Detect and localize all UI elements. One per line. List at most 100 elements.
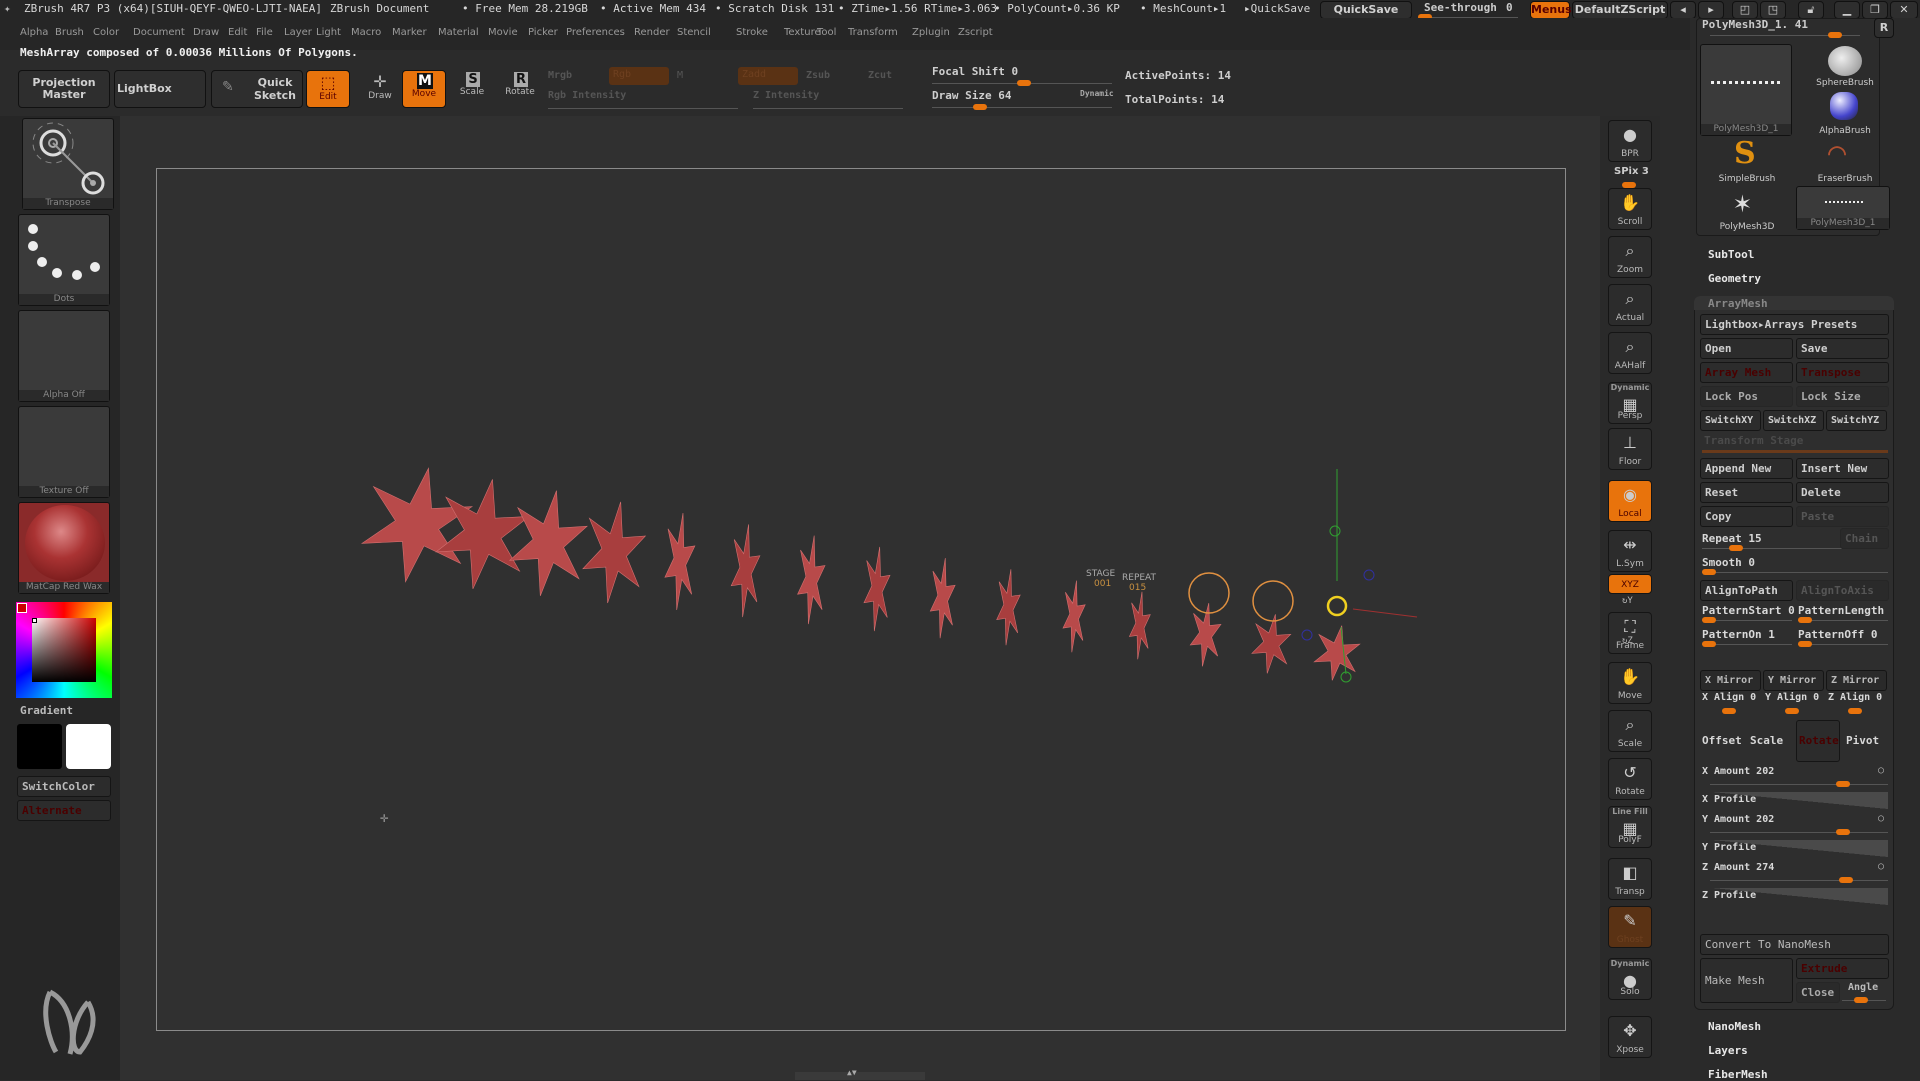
y-amount-reset-icon[interactable]: ○ — [1878, 813, 1884, 824]
alpha-brush-icon[interactable] — [1830, 92, 1858, 120]
menu-macro[interactable]: Macro — [351, 27, 381, 38]
smooth-knob[interactable] — [1702, 569, 1716, 575]
menu-stencil[interactable]: Stencil — [677, 27, 711, 38]
scroll-left-icon[interactable]: ◂ — [1670, 1, 1696, 19]
menu-document[interactable]: Document — [133, 27, 185, 38]
pivot-tab[interactable]: Pivot — [1846, 734, 1879, 747]
layout-next-icon[interactable]: ◳ — [1760, 1, 1786, 19]
scale-button[interactable]: ⌕ Scale — [1608, 710, 1652, 752]
lock-icon[interactable]: 🔓︎ — [1798, 1, 1824, 19]
rgb-intensity-slider[interactable] — [548, 108, 738, 109]
lightbox-button[interactable]: LightBox — [114, 70, 206, 108]
repeat-knob[interactable] — [1729, 545, 1743, 551]
eraser-brush-icon[interactable]: ◠ — [1828, 136, 1846, 171]
m-button[interactable]: M — [677, 70, 683, 81]
pattern-start-knob[interactable] — [1702, 617, 1716, 623]
x-amount-reset-icon[interactable]: ○ — [1878, 765, 1884, 776]
menu-brush[interactable]: Brush — [55, 27, 84, 38]
texture-thumb[interactable]: Texture Off — [18, 406, 110, 498]
restore-icon[interactable]: ❐ — [1862, 1, 1888, 19]
x-profile-curve[interactable] — [1712, 792, 1888, 809]
menu-stroke[interactable]: Stroke — [736, 27, 768, 38]
offset-tab[interactable]: Offset — [1702, 734, 1742, 747]
menu-texture[interactable]: Texture — [784, 27, 821, 38]
transpose-thumb[interactable]: Transpose — [22, 118, 114, 210]
pattern-off-knob[interactable] — [1798, 641, 1812, 647]
move-button[interactable]: M Move — [402, 70, 446, 108]
x-align-knob[interactable] — [1722, 708, 1736, 714]
scroll-button[interactable]: ✋ Scroll — [1608, 188, 1652, 230]
xpose-button[interactable]: ✥ Xpose — [1608, 1016, 1652, 1058]
menu-tool[interactable]: Tool — [817, 27, 836, 38]
menu-draw[interactable]: Draw — [193, 27, 219, 38]
mrgb-button[interactable]: Mrgb — [548, 70, 572, 81]
menu-alpha[interactable]: Alpha — [20, 27, 48, 38]
menu-edit[interactable]: Edit — [228, 27, 247, 38]
y-axis-handle-top[interactable] — [1329, 525, 1341, 537]
y-mirror-button[interactable]: Y Mirror — [1763, 670, 1824, 691]
open-button[interactable]: Open — [1700, 338, 1793, 359]
rotate-button[interactable]: ↺ Rotate — [1608, 758, 1652, 800]
sphere-brush-icon[interactable] — [1828, 46, 1862, 76]
solo-button[interactable]: ● Dynamic Solo — [1608, 958, 1652, 1000]
main-color-black[interactable] — [17, 724, 62, 769]
menu-picker[interactable]: Picker — [528, 27, 558, 38]
transpose-middle-ring[interactable] — [1252, 580, 1294, 622]
save-button[interactable]: Save — [1796, 338, 1889, 359]
persp-button[interactable]: ▦ Dynamic Persp — [1608, 382, 1652, 424]
move-button[interactable]: ✋ Move — [1608, 662, 1652, 704]
alternate-button[interactable]: Alternate — [17, 800, 111, 821]
convert-nanomesh-button[interactable]: Convert To NanoMesh — [1700, 934, 1889, 955]
angle-knob[interactable] — [1854, 997, 1868, 1003]
l-sym-button[interactable]: ⇹ L.Sym — [1608, 530, 1652, 572]
projection-master-button[interactable]: Projection Master — [18, 70, 110, 108]
make-mesh-button[interactable]: Make Mesh — [1700, 958, 1793, 1003]
pattern-length-knob[interactable] — [1798, 617, 1812, 623]
z-axis-handle-bottom[interactable] — [1301, 629, 1313, 641]
menu-color[interactable]: Color — [93, 27, 119, 38]
close-toggle[interactable]: Close — [1796, 982, 1840, 1003]
brush-polymesh3d-1-small[interactable]: PolyMesh3D_1 — [1796, 186, 1890, 230]
lightbox-arrays-presets-button[interactable]: Lightbox▸Arrays Presets — [1700, 314, 1889, 335]
menu-preferences[interactable]: Preferences — [566, 27, 625, 38]
rotate-button[interactable]: R Rotate — [498, 72, 542, 110]
align-to-axis-button[interactable]: AlignToAxis — [1796, 580, 1889, 601]
zsub-button[interactable]: Zsub — [806, 70, 830, 81]
menu-transform[interactable]: Transform — [848, 27, 898, 38]
menu-material[interactable]: Material — [438, 27, 479, 38]
lock-pos-button[interactable]: Lock Pos — [1700, 386, 1793, 407]
floor-button[interactable]: ⊥ Floor — [1608, 428, 1652, 470]
scroll-right-icon[interactable]: ▸ — [1698, 1, 1724, 19]
ghost-button[interactable]: ✎ Ghost — [1608, 906, 1652, 948]
transform-stage-slider[interactable] — [1702, 450, 1888, 453]
polyf-button[interactable]: ▦ Line Fill PolyF — [1608, 806, 1652, 848]
z-amount-reset-icon[interactable]: ○ — [1878, 861, 1884, 872]
transpose-button[interactable]: Transpose — [1796, 362, 1889, 383]
align-to-path-button[interactable]: AlignToPath — [1700, 580, 1793, 601]
z-align-knob[interactable] — [1848, 708, 1862, 714]
default-zscript-button[interactable]: DefaultZScript — [1572, 1, 1668, 19]
switch-xy-button[interactable]: SwitchXY — [1700, 410, 1761, 431]
layout-prev-icon[interactable]: ◰ — [1732, 1, 1758, 19]
smooth-slider[interactable] — [1702, 572, 1888, 573]
subtool-section[interactable]: SubTool — [1708, 248, 1754, 261]
aahalf-button[interactable]: ⌕ AAHalf — [1608, 332, 1652, 374]
zoom-button[interactable]: ⌕ Zoom — [1608, 236, 1652, 278]
document-canvas[interactable]: STAGE 001 REPEAT 015 — [156, 168, 1566, 1031]
brush-polymesh3d-1[interactable]: PolyMesh3D_1 — [1700, 44, 1792, 136]
tool-slider-knob[interactable] — [1828, 32, 1842, 38]
lock-size-button[interactable]: Lock Size — [1796, 386, 1889, 407]
z-axis-handle-top[interactable] — [1363, 569, 1375, 581]
polymesh3d-star-icon[interactable]: ✶ — [1734, 186, 1751, 219]
scale-button[interactable]: S Scale — [450, 72, 494, 110]
copy-button[interactable]: Copy — [1700, 506, 1793, 527]
simple-brush-icon[interactable]: S — [1734, 136, 1756, 171]
draw-size-slider[interactable] — [932, 107, 1112, 108]
transpose-end-ring[interactable] — [1326, 595, 1348, 617]
rotate-z-icon[interactable]: ↻Z — [1622, 636, 1633, 646]
local-button[interactable]: ◉ Local — [1608, 480, 1652, 522]
stroke-dots-thumb[interactable]: Dots — [18, 214, 110, 306]
rotate-y-icon[interactable]: ↻Y — [1622, 596, 1633, 606]
z-amount-slider[interactable] — [1710, 880, 1888, 881]
y-profile-curve[interactable] — [1712, 840, 1888, 857]
